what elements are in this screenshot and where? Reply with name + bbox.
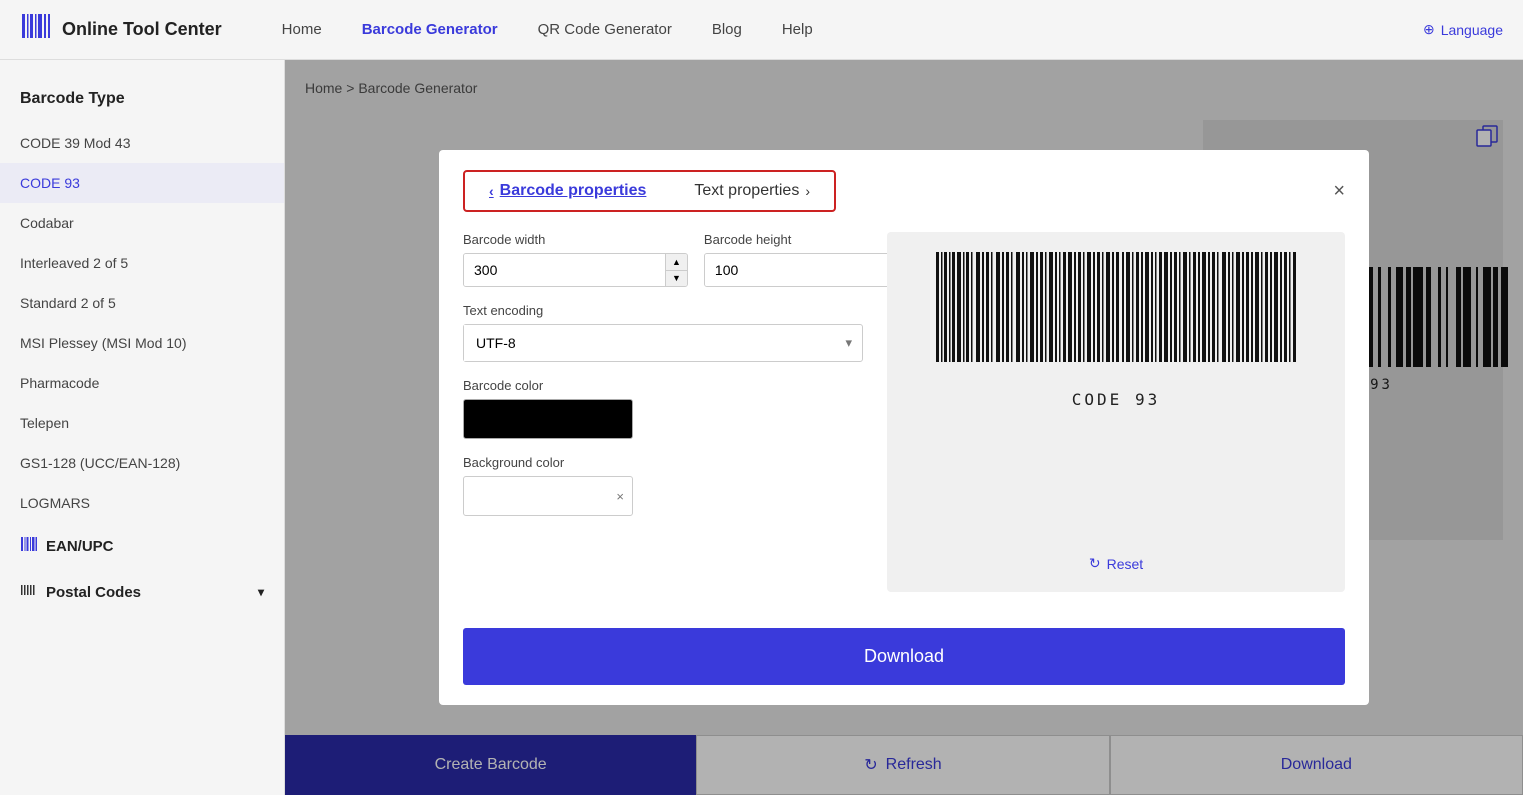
modal-footer: Download	[439, 612, 1369, 705]
modal-header: ‹ Barcode properties Text properties › ×	[439, 150, 1369, 212]
reset-label: Reset	[1107, 556, 1144, 572]
nav-home[interactable]: Home	[282, 21, 322, 38]
language-label: Language	[1441, 22, 1503, 38]
nav: Home Barcode Generator QR Code Generator…	[282, 21, 1423, 38]
barcode-width-spinner: ▲ ▼	[665, 254, 687, 286]
main-layout: Barcode Type CODE 39 Mod 43 CODE 93 Coda…	[0, 60, 1523, 795]
reset-icon: ↻	[1089, 555, 1101, 572]
background-color-label: Background color	[463, 455, 863, 470]
sidebar-section-postal-label: Postal Codes	[46, 584, 141, 601]
nav-qr-code[interactable]: QR Code Generator	[538, 21, 672, 38]
size-row: Barcode width ▲ ▼ Barco	[463, 232, 863, 287]
barcode-width-input-wrapper: ▲ ▼	[463, 253, 688, 287]
encoding-chevron-icon: ▾	[835, 335, 862, 351]
ean-icon	[20, 535, 38, 557]
barcode-preview-label: CODE 93	[1072, 390, 1160, 409]
sidebar-item-codabar[interactable]: Codabar	[0, 203, 284, 243]
modal-body: Barcode width ▲ ▼ Barco	[439, 212, 1369, 612]
sidebar: Barcode Type CODE 39 Mod 43 CODE 93 Coda…	[0, 60, 285, 795]
sidebar-section-ean-upc[interactable]: EAN/UPC	[0, 523, 284, 569]
sidebar-item-logmars[interactable]: LOGMARS	[0, 483, 284, 523]
chevron-right-icon: ›	[805, 183, 810, 199]
chevron-left-icon: ‹	[489, 183, 494, 199]
barcode-color-label: Barcode color	[463, 378, 863, 393]
modal-preview: CODE 93 ↻ Reset	[887, 232, 1345, 592]
text-encoding-label: Text encoding	[463, 303, 863, 318]
nav-blog[interactable]: Blog	[712, 21, 742, 38]
sidebar-item-pharmacode[interactable]: Pharmacode	[0, 363, 284, 403]
postal-chevron-icon: ▾	[258, 585, 264, 599]
sidebar-section-ean-label: EAN/UPC	[46, 538, 114, 555]
modal-tabs: ‹ Barcode properties Text properties ›	[463, 170, 836, 212]
logo-area: Online Tool Center	[20, 10, 222, 49]
sidebar-item-telepen[interactable]: Telepen	[0, 403, 284, 443]
color-clear-icon[interactable]: ×	[616, 489, 624, 504]
barcode-height-input[interactable]	[705, 254, 906, 286]
logo-icon	[20, 10, 52, 49]
sidebar-section-postal[interactable]: Postal Codes ▾	[0, 569, 284, 615]
sidebar-item-code39mod43[interactable]: CODE 39 Mod 43	[0, 123, 284, 163]
tab-barcode-label: Barcode properties	[500, 182, 647, 200]
tab-text-label: Text properties	[694, 182, 799, 200]
nav-help[interactable]: Help	[782, 21, 813, 38]
sidebar-item-msiplessey[interactable]: MSI Plessey (MSI Mod 10)	[0, 323, 284, 363]
modal-overlay: ‹ Barcode properties Text properties › ×	[285, 60, 1523, 795]
barcode-preview: CODE 93	[926, 252, 1306, 409]
encoding-group: Text encoding UTF-8 ▾	[463, 303, 863, 362]
tab-text-properties[interactable]: Text properties ›	[670, 172, 834, 210]
nav-barcode-generator[interactable]: Barcode Generator	[362, 21, 498, 38]
barcode-svg	[926, 252, 1306, 382]
reset-button[interactable]: ↻ Reset	[1089, 555, 1143, 572]
width-increment-button[interactable]: ▲	[666, 254, 687, 271]
header: Online Tool Center Home Barcode Generato…	[0, 0, 1523, 60]
barcode-color-swatch[interactable]	[463, 399, 633, 439]
tab-barcode-properties[interactable]: ‹ Barcode properties	[465, 172, 670, 210]
modal-form: Barcode width ▲ ▼ Barco	[463, 232, 863, 592]
barcode-width-input[interactable]	[464, 254, 665, 286]
sidebar-item-interleaved[interactable]: Interleaved 2 of 5	[0, 243, 284, 283]
globe-icon: ⊕	[1423, 21, 1435, 38]
background-color-swatch[interactable]: ×	[463, 476, 633, 516]
postal-icon	[20, 581, 38, 603]
sidebar-item-code93[interactable]: CODE 93	[0, 163, 284, 203]
sidebar-item-gs1128[interactable]: GS1-128 (UCC/EAN-128)	[0, 443, 284, 483]
text-encoding-select[interactable]: UTF-8	[464, 325, 835, 361]
sidebar-heading: Barcode Type	[0, 80, 284, 123]
text-encoding-select-wrapper: UTF-8 ▾	[463, 324, 863, 362]
download-modal-button[interactable]: Download	[463, 628, 1345, 685]
content-area: Home > Barcode Generator CODE 93 Create …	[285, 60, 1523, 795]
background-color-group: Background color ×	[463, 455, 863, 516]
barcode-width-label: Barcode width	[463, 232, 688, 247]
language-selector[interactable]: ⊕ Language	[1423, 21, 1503, 38]
sidebar-item-standard2of5[interactable]: Standard 2 of 5	[0, 283, 284, 323]
width-decrement-button[interactable]: ▼	[666, 271, 687, 287]
modal-close-button[interactable]: ×	[1333, 180, 1345, 203]
logo-text: Online Tool Center	[62, 19, 222, 40]
width-group: Barcode width ▲ ▼	[463, 232, 688, 287]
barcode-color-group: Barcode color	[463, 378, 863, 439]
modal: ‹ Barcode properties Text properties › ×	[439, 150, 1369, 705]
